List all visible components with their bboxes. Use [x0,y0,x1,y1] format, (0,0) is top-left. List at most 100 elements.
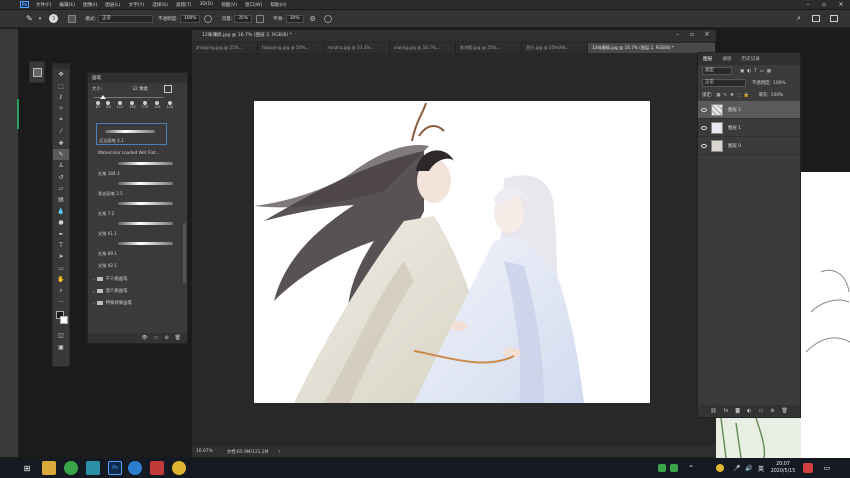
preset-brush[interactable]: 175 [142,101,148,109]
search-icon[interactable]: ⌕ [797,14,801,23]
menu-window[interactable]: 窗口(W) [245,2,262,8]
brush-item[interactable]: 尖角 89.1 [88,239,187,259]
hand-tool-icon[interactable]: ✋ [53,274,69,285]
dodge-tool-icon[interactable]: ● [53,217,69,228]
tray-icon[interactable] [658,464,666,472]
filter-icons[interactable]: ▣◐T▭▦ [740,69,774,74]
tab-history[interactable]: 历史记录 [736,56,764,62]
brush-item[interactable]: 尖角 184.3 [88,159,187,179]
brush-folder[interactable]: › 湿介质画笔 [88,285,187,297]
brush-tool-icon[interactable]: ✎ [26,14,33,23]
more-tools-icon[interactable]: ··· [53,297,69,308]
zoom-tool-icon[interactable]: ⌕ [53,285,69,296]
trash-icon[interactable]: 🗑 [781,408,787,414]
maximize-icon[interactable]: ▫ [816,0,832,9]
file-explorer-icon[interactable] [42,461,56,475]
action-center-icon[interactable]: ▭ [820,461,834,475]
tab-document[interactable]: 陈鸿熙.jpg @ 25%... [456,43,522,53]
link-icon[interactable]: ⛓ [710,408,716,414]
brush-list-scrollbar[interactable] [183,223,186,283]
tab-document[interactable]: zhiqiying.jpg @ 25%... [192,43,258,53]
brush-tool-icon[interactable]: ✎ [53,148,69,161]
smoothing-field[interactable]: 30% [285,14,304,23]
quick-select-tool-icon[interactable]: ✧ [53,103,69,114]
layer-row[interactable]: 图层 1 [698,119,800,137]
preset-brush[interactable]: 117 [117,101,123,109]
chevron-down-icon[interactable]: ▾ [39,16,42,22]
new-group-icon[interactable]: ▭ [154,335,159,341]
brush-item[interactable]: 柔丝画笔 2.5 [88,179,187,199]
gear-icon[interactable]: ⚙ [310,15,316,23]
brush-settings-icon[interactable] [68,14,77,23]
tab-document[interactable]: renzhu.jpg @ 33.3%... [324,43,390,53]
edge-icon[interactable] [128,461,142,475]
menu-view[interactable]: 视图(V) [221,2,237,8]
brush-size-field[interactable]: 32 像素 [132,86,148,92]
move-tool-icon[interactable]: ✥ [53,69,69,80]
menu-layer[interactable]: 图层(L) [105,2,120,8]
opacity-field[interactable]: 100% [179,14,201,23]
tray-icon[interactable] [670,464,678,472]
zoom-level[interactable]: 16.67% [196,449,213,454]
photoshop-taskbar-icon[interactable]: Ps [108,461,122,475]
marquee-tool-icon[interactable]: ⬚ [53,80,69,91]
document-title-bar[interactable]: 12咏珊搞.jpg @ 16.7% (图层 2, RGB/8) * – ▫ × [192,30,716,41]
canvas-artwork[interactable] [254,101,650,403]
app-icon[interactable] [86,461,100,475]
brush-item[interactable]: 尖角 92.1 [88,259,187,273]
close-icon[interactable]: × [704,30,710,38]
maximize-icon[interactable]: ▫ [690,31,694,38]
app-icon[interactable] [172,461,186,475]
preset-brush[interactable]: 87 [96,101,100,109]
browser-icon[interactable] [64,461,78,475]
fill-field[interactable]: 100% [771,93,784,98]
pressure-size-icon[interactable] [323,14,332,23]
path-select-tool-icon[interactable]: ➤ [53,251,69,262]
background-sketch-window[interactable] [801,172,850,458]
tab-document[interactable]: xiuling.jpg @ 16.7%... [390,43,456,53]
eye-icon[interactable] [701,143,707,148]
share-icon[interactable] [830,15,838,22]
lock-icons[interactable]: ▦✎✥⬚🔒 [716,93,752,98]
clock[interactable]: 20:07 2020/5/15 [770,461,796,475]
layer-row[interactable]: 图层 2 [698,101,800,119]
crop-tool-icon[interactable]: ⌗ [53,115,69,126]
healing-tool-icon[interactable]: ✚ [53,137,69,148]
document-info[interactable]: 文档:65.9M/121.2M [227,449,269,455]
mask-icon[interactable]: ◙ [735,408,740,414]
menu-edit[interactable]: 编辑(E) [59,2,75,8]
preset-brush[interactable]: 124 [167,101,173,109]
eraser-tool-icon[interactable]: ▱ [53,183,69,194]
blur-tool-icon[interactable]: 💧 [53,206,69,217]
brush-item[interactable]: Watercolor Loaded Wet Flat... [88,145,187,159]
menu-image[interactable]: 图像(I) [83,2,97,8]
trash-icon[interactable]: 🗑 [175,335,181,341]
background-color-swatch[interactable] [60,316,68,325]
gradient-tool-icon[interactable]: ▤ [53,194,69,205]
eyedropper-tool-icon[interactable]: ⁄ [53,126,69,137]
mode-select[interactable]: 正常 [97,14,153,23]
windows-start-icon[interactable]: ⊞ [20,461,34,475]
notification-badge-icon[interactable] [803,463,813,473]
menu-type[interactable]: 文字(Y) [129,2,145,8]
menu-filter[interactable]: 滤镜(T) [176,2,192,8]
chevron-up-icon[interactable]: ^ [684,461,698,475]
brush-item[interactable]: 买达画笔 4.1 [96,123,167,145]
group-icon[interactable]: ▭ [759,408,764,414]
new-brush-icon[interactable]: ⊕ [164,335,168,341]
brush-folder[interactable]: › 特殊效果画笔 [88,297,187,309]
tab-document[interactable]: faqiuying.jpg @ 50%... [258,43,324,53]
minimize-icon[interactable]: – [800,0,816,9]
clone-stamp-tool-icon[interactable]: ♙ [53,160,69,171]
tab-channels[interactable]: 通道 [717,56,736,62]
menu-file[interactable]: 文件(F) [36,2,51,8]
close-icon[interactable]: × [833,0,849,9]
blend-mode-select[interactable]: 正常 [702,79,746,87]
keyboard-icon[interactable]: 英 [754,461,768,475]
tab-layers[interactable]: 图层 [698,56,717,62]
preset-brush[interactable]: 63 [106,101,111,109]
workspace-icon[interactable] [812,15,820,22]
quick-mask-icon[interactable]: ◫ [53,330,69,341]
tray-icon[interactable] [716,464,724,472]
fx-icon[interactable]: fx [724,408,729,414]
